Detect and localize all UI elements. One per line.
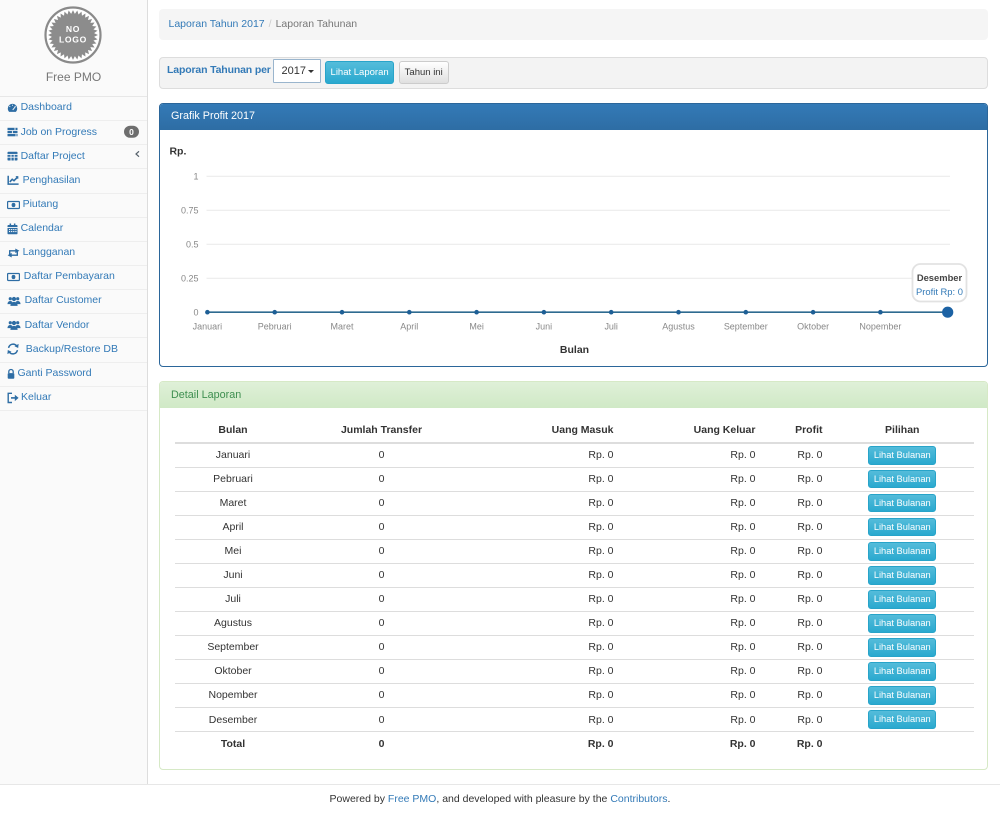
svg-text:Januari: Januari — [192, 321, 221, 331]
svg-text:Desember: Desember — [916, 271, 962, 282]
svg-text:LOGO: LOGO — [59, 35, 87, 45]
svg-text:Rp.: Rp. — [169, 146, 186, 157]
svg-text:Agustus: Agustus — [662, 321, 695, 331]
svg-text:0.5: 0.5 — [186, 239, 199, 249]
svg-text:April: April — [400, 321, 418, 331]
svg-text:Pebruari: Pebruari — [257, 321, 291, 331]
svg-text:0.75: 0.75 — [181, 205, 199, 215]
svg-text:NO: NO — [66, 24, 80, 34]
svg-text:Mei: Mei — [469, 321, 483, 331]
svg-text:Juli: Juli — [604, 321, 617, 331]
svg-text:September: September — [723, 321, 767, 331]
svg-text:Bulan: Bulan — [559, 345, 588, 356]
svg-text:0.25: 0.25 — [181, 273, 199, 283]
svg-text:Nopember: Nopember — [859, 321, 901, 331]
svg-text:Oktober: Oktober — [797, 321, 829, 331]
svg-text:Maret: Maret — [330, 321, 353, 331]
svg-text:Juni: Juni — [535, 321, 551, 331]
svg-text:1: 1 — [193, 171, 198, 181]
svg-text:Profit Rp: 0: Profit Rp: 0 — [916, 285, 963, 296]
svg-text:0: 0 — [193, 307, 198, 317]
